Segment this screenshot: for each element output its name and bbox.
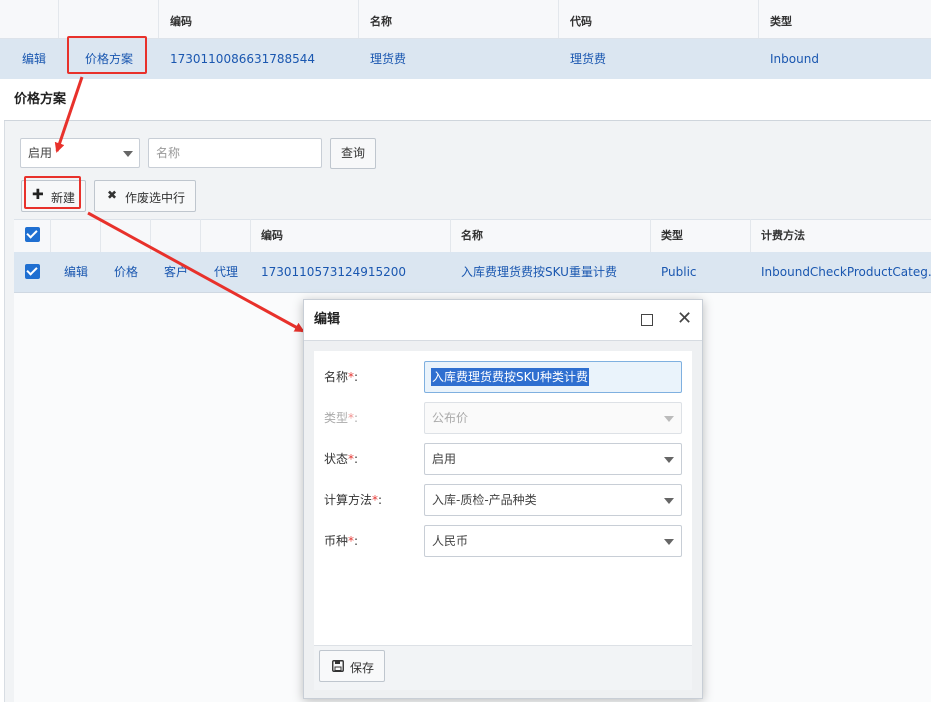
type-select-value: 公布价 xyxy=(432,411,469,425)
divider xyxy=(4,120,931,121)
name-input-value: 入库费理货费按SKU种类计费 xyxy=(431,368,589,386)
bg-cell-short-code: 理货费 xyxy=(570,52,607,66)
column-divider xyxy=(250,219,251,252)
status-label: 状态*: xyxy=(324,452,359,466)
row-agent-link[interactable]: 代理 xyxy=(214,252,238,292)
panel-title-bar xyxy=(4,80,931,120)
type-select: 公布价 xyxy=(424,402,682,434)
select-all-checkbox[interactable] xyxy=(25,227,40,242)
grid-header-type[interactable]: 类型 xyxy=(661,219,683,252)
calc-method-select[interactable]: 入库-质检-产品种类 xyxy=(424,484,682,516)
close-icon[interactable]: ✕ xyxy=(677,310,692,328)
price-plan-link[interactable]: 价格方案 xyxy=(85,39,133,79)
chevron-down-icon xyxy=(123,151,133,157)
status-select[interactable]: 启用 xyxy=(424,443,682,475)
bg-header-short-code[interactable]: 代码 xyxy=(570,0,592,38)
name-input[interactable]: 入库费理货费按SKU种类计费 xyxy=(424,361,682,393)
status-filter-value: 启用 xyxy=(28,146,53,160)
status-select-value: 启用 xyxy=(432,452,457,466)
grid-header-name[interactable]: 名称 xyxy=(461,219,483,252)
void-selected-button[interactable]: ✖ 作废选中行 xyxy=(94,180,196,212)
name-filter-placeholder: 名称 xyxy=(156,146,181,160)
currency-label: 币种*: xyxy=(324,534,359,548)
type-label: 类型*: xyxy=(324,411,359,425)
column-divider xyxy=(158,0,159,38)
column-divider xyxy=(758,0,759,38)
calc-method-select-value: 入库-质检-产品种类 xyxy=(432,493,537,507)
save-button[interactable]: 保存 xyxy=(319,650,385,682)
bg-cell-code: 1730110086631788544 xyxy=(170,52,316,66)
column-divider xyxy=(50,219,51,252)
column-divider xyxy=(58,0,59,38)
query-button[interactable]: 查询 xyxy=(330,138,376,169)
name-filter-input[interactable]: 名称 xyxy=(148,138,322,168)
grid-header-method[interactable]: 计费方法 xyxy=(761,219,805,252)
maximize-icon[interactable] xyxy=(641,314,653,326)
chevron-down-icon xyxy=(664,457,674,463)
status-filter-select[interactable]: 启用 xyxy=(20,138,140,168)
grid-header-code[interactable]: 编码 xyxy=(261,219,283,252)
currency-select[interactable]: 人民币 xyxy=(424,525,682,557)
row-checkbox[interactable] xyxy=(25,264,40,279)
bg-edit-link[interactable]: 编辑 xyxy=(22,39,46,79)
currency-select-value: 人民币 xyxy=(432,534,469,548)
chevron-down-icon xyxy=(664,416,674,422)
close-icon: ✖ xyxy=(107,188,118,202)
chevron-down-icon xyxy=(664,498,674,504)
row-cell-code: 1730110573124915200 xyxy=(261,265,407,279)
bg-cell-type: Inbound xyxy=(770,52,819,66)
column-divider xyxy=(358,0,359,38)
bg-cell-name: 理货费 xyxy=(370,52,407,66)
save-button-label: 保存 xyxy=(350,661,375,675)
row-cell-type: Public xyxy=(661,265,697,279)
column-divider xyxy=(150,219,151,252)
name-label: 名称*: xyxy=(324,370,359,384)
column-divider xyxy=(650,219,651,252)
column-divider xyxy=(558,0,559,38)
chevron-down-icon xyxy=(664,539,674,545)
row-edit-link[interactable]: 编辑 xyxy=(64,252,88,292)
row-cell-name: 入库费理货费按SKU重量计费 xyxy=(461,265,617,279)
dialog-title: 编辑 xyxy=(314,312,341,327)
row-cell-method: InboundCheckProductCateg... xyxy=(761,265,931,279)
annotation-highlight-box xyxy=(24,176,81,209)
bg-header-code[interactable]: 编码 xyxy=(170,0,192,38)
save-icon xyxy=(332,660,344,672)
row-customer-link[interactable]: 客户 xyxy=(164,252,188,292)
bg-header-name[interactable]: 名称 xyxy=(370,0,392,38)
column-divider xyxy=(750,219,751,252)
void-selected-label: 作废选中行 xyxy=(125,191,186,205)
column-divider xyxy=(100,219,101,252)
calc-method-label: 计算方法*: xyxy=(324,493,383,507)
panel-title: 价格方案 xyxy=(14,92,67,107)
column-divider xyxy=(450,219,451,252)
bg-header-type[interactable]: 类型 xyxy=(770,0,792,38)
row-price-link[interactable]: 价格 xyxy=(114,252,138,292)
column-divider xyxy=(200,219,201,252)
